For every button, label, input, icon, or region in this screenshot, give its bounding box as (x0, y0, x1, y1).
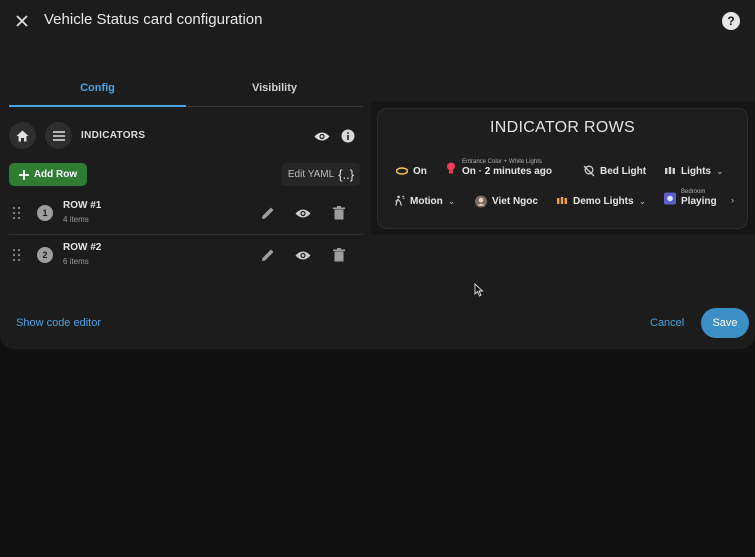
chevron-down-icon: ⌄ (716, 165, 724, 176)
chip-label: Lights (681, 165, 711, 177)
row-title: ROW #1 (63, 200, 102, 211)
show-code-editor-link[interactable]: Show code editor (16, 317, 101, 329)
indicator-chip[interactable]: On (396, 165, 427, 177)
lights-group-icon (664, 165, 676, 177)
chip-caption: Entrance Color + White Lights (462, 159, 542, 165)
save-button[interactable]: Save (701, 308, 749, 338)
tab-active-indicator (9, 105, 186, 107)
indicator-chip[interactable]: Viet Ngoc (475, 195, 538, 207)
drag-handle-icon[interactable] (12, 248, 22, 262)
close-icon[interactable] (12, 11, 32, 31)
dialog-header: Vehicle Status card configuration ? (0, 0, 755, 40)
trash-icon[interactable] (330, 246, 348, 264)
chip-label: Demo Lights (573, 195, 634, 207)
row-item[interactable]: 1 ROW #1 4 items (9, 192, 363, 235)
chevron-down-icon: ⌄ (447, 195, 456, 206)
indicator-chip[interactable]: Bedroom Playing (664, 189, 717, 207)
edit-yaml-button[interactable]: Edit YAML {..} (282, 163, 360, 186)
dialog-title: Vehicle Status card configuration (44, 11, 263, 28)
chip-caption: Bedroom (681, 189, 706, 195)
motion-icon (393, 195, 405, 207)
lightbulb-off-icon (583, 165, 595, 177)
config-dialog: Vehicle Status card configuration ? Conf… (0, 0, 755, 349)
indicator-chip[interactable]: Lights ⌄ (664, 165, 724, 177)
plus-icon (18, 169, 29, 180)
chip-label: Viet Ngoc (492, 195, 538, 207)
tab-bar: Config Visibility (9, 70, 363, 108)
eye-icon[interactable] (294, 246, 312, 264)
chip-label: On (413, 165, 427, 177)
row-title: ROW #2 (63, 242, 102, 253)
pencil-icon[interactable] (259, 204, 277, 222)
row-item[interactable]: 2 ROW #2 6 items (9, 234, 363, 276)
chevron-down-icon: ⌄ (638, 195, 647, 206)
chip-label: Playing (681, 196, 717, 207)
indicator-chip[interactable]: Bed Light (583, 165, 646, 177)
bulb-icon (445, 162, 457, 174)
eye-icon[interactable] (294, 204, 312, 222)
chip-label: On · 2 minutes ago (462, 166, 553, 177)
row-subtitle: 6 items (63, 257, 89, 266)
eye-icon[interactable] (313, 127, 331, 145)
tab-config[interactable]: Config (9, 70, 186, 106)
tab-visibility[interactable]: Visibility (186, 70, 363, 106)
indicator-chip[interactable]: Demo Lights ⌄ (556, 195, 646, 207)
add-row-button[interactable]: Add Row (9, 163, 87, 186)
chip-label: Bed Light (600, 165, 647, 177)
chevron-right-icon[interactable]: › (731, 195, 734, 205)
indicator-chip[interactable]: Motion ⌄ (393, 195, 455, 207)
lights-group-icon (556, 195, 568, 207)
row-subtitle: 4 items (63, 215, 89, 224)
preview-card: INDICATOR ROWS On Entrance Color + White… (377, 108, 748, 229)
section-label: INDICATORS (81, 130, 146, 141)
code-braces-icon: {..} (338, 167, 355, 182)
chip-label: Motion (410, 195, 443, 207)
row-number-badge: 2 (37, 247, 53, 263)
add-row-label: Add Row (33, 169, 78, 180)
help-icon[interactable]: ? (722, 12, 740, 30)
card-title: INDICATOR ROWS (490, 119, 635, 136)
indicator-chip[interactable]: Entrance Color + White Lights On · 2 min… (445, 159, 552, 177)
info-icon[interactable] (339, 127, 357, 145)
indicators-toolbar: INDICATORS (9, 122, 363, 150)
edit-yaml-label: Edit YAML (287, 169, 335, 180)
drag-handle-icon[interactable] (12, 206, 22, 220)
media-player-icon (664, 192, 676, 204)
person-avatar (475, 195, 487, 207)
trash-icon[interactable] (330, 204, 348, 222)
cancel-button[interactable]: Cancel (650, 317, 684, 329)
menu-icon[interactable] (45, 122, 72, 149)
mouse-cursor-icon (474, 283, 484, 297)
home-icon[interactable] (9, 122, 36, 149)
pencil-icon[interactable] (259, 246, 277, 264)
car-icon (396, 165, 408, 177)
row-number-badge: 1 (37, 205, 53, 221)
